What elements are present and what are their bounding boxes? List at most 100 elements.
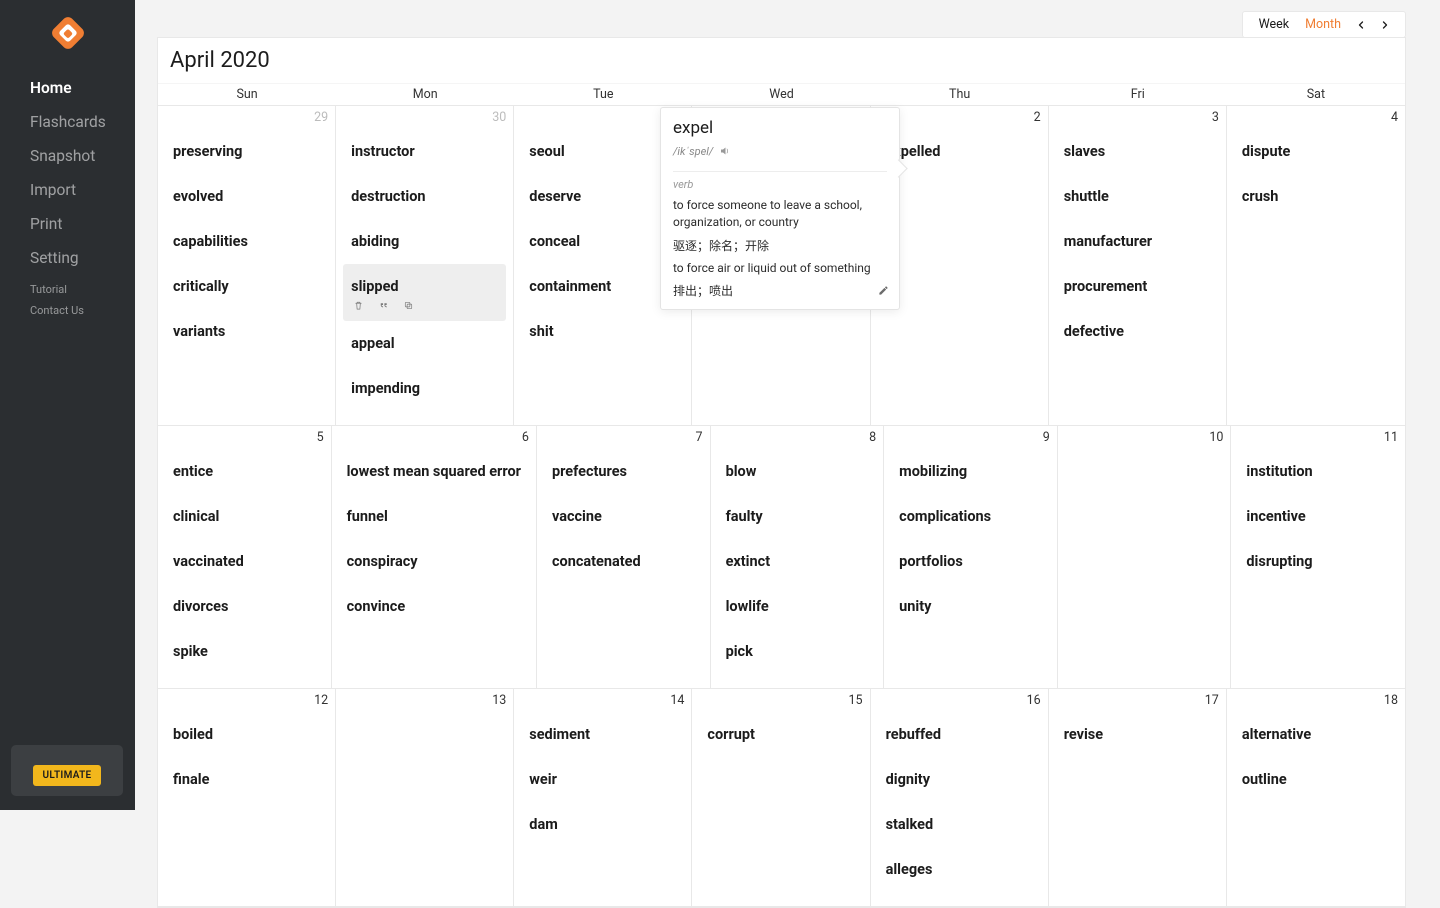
- view-week[interactable]: Week: [1251, 17, 1298, 32]
- prev-button[interactable]: [1349, 19, 1373, 31]
- entry[interactable]: dignity: [878, 757, 1041, 802]
- entry[interactable]: manufacturer: [1056, 219, 1219, 264]
- entry[interactable]: procurement: [1056, 264, 1219, 309]
- entry[interactable]: convince: [339, 584, 529, 629]
- entry[interactable]: crush: [1234, 174, 1398, 219]
- nav-item-import[interactable]: Import: [0, 173, 135, 207]
- sublink-contact-us[interactable]: Contact Us: [0, 300, 135, 321]
- day-number: 18: [1234, 693, 1398, 708]
- speaker-icon[interactable]: [719, 142, 731, 161]
- entry[interactable]: alleges: [878, 847, 1041, 892]
- entry[interactable]: weir: [521, 757, 684, 802]
- entry[interactable]: sediment: [521, 712, 684, 757]
- entry[interactable]: outline: [1234, 757, 1398, 802]
- day-number: 15: [699, 693, 862, 708]
- entry[interactable]: lowest mean squared error: [339, 449, 529, 494]
- entry[interactable]: instructor: [343, 129, 506, 174]
- entry[interactable]: destruction: [343, 174, 506, 219]
- quote-icon[interactable]: [378, 298, 389, 315]
- nav-item-snapshot[interactable]: Snapshot: [0, 139, 135, 173]
- calendar: April 2020 SunMonTueWedThuFriSat 29prese…: [157, 37, 1406, 908]
- entry[interactable]: boiled: [165, 712, 328, 757]
- day-number: 16: [878, 693, 1041, 708]
- day-number: 29: [165, 110, 328, 125]
- day-number: 11: [1238, 430, 1398, 445]
- nav-item-home[interactable]: Home: [0, 71, 135, 105]
- entry[interactable]: clinical: [165, 494, 324, 539]
- entry[interactable]: appeal: [343, 321, 506, 366]
- entry[interactable]: entice: [165, 449, 324, 494]
- entry[interactable]: dam: [521, 802, 684, 847]
- entry[interactable]: shuttle: [1056, 174, 1219, 219]
- entries: enticeclinicalvaccinateddivorcesspike: [165, 449, 324, 674]
- entries: mobilizingcomplicationsportfoliosunity: [891, 449, 1050, 629]
- entry[interactable]: complications: [891, 494, 1050, 539]
- dow-row: SunMonTueWedThuFriSat: [158, 83, 1405, 106]
- entry[interactable]: vaccine: [544, 494, 703, 539]
- entry[interactable]: portfolios: [891, 539, 1050, 584]
- entry[interactable]: finale: [165, 757, 328, 802]
- sub-links: TutorialContact Us: [0, 279, 135, 321]
- entry[interactable]: faulty: [718, 494, 877, 539]
- entry[interactable]: disrupting: [1238, 539, 1398, 584]
- entry[interactable]: capabilities: [165, 219, 328, 264]
- entries: prefecturesvaccineconcatenated: [544, 449, 703, 584]
- entries: slavesshuttlemanufacturerprocurementdefe…: [1056, 129, 1219, 354]
- day-cell: 10: [1058, 426, 1232, 689]
- entry[interactable]: slipped: [343, 264, 506, 321]
- trash-icon[interactable]: [353, 298, 364, 315]
- entry[interactable]: alternative: [1234, 712, 1398, 757]
- entry[interactable]: divorces: [165, 584, 324, 629]
- entry[interactable]: incentive: [1238, 494, 1398, 539]
- entry[interactable]: revise: [1056, 712, 1219, 757]
- entry[interactable]: pick: [718, 629, 877, 674]
- nav-item-print[interactable]: Print: [0, 207, 135, 241]
- entry[interactable]: blow: [718, 449, 877, 494]
- entry[interactable]: defective: [1056, 309, 1219, 354]
- entry[interactable]: conspiracy: [339, 539, 529, 584]
- entry[interactable]: corrupt: [699, 712, 862, 757]
- entry[interactable]: evolved: [165, 174, 328, 219]
- day-cell: 17revise: [1049, 689, 1227, 907]
- entry[interactable]: slaves: [1056, 129, 1219, 174]
- day-cell: 14sedimentweirdam: [514, 689, 692, 907]
- day-number: 6: [339, 430, 529, 445]
- entry[interactable]: institution: [1238, 449, 1398, 494]
- popover-def-1: to force someone to leave a school, orga…: [673, 197, 887, 232]
- entry[interactable]: prefectures: [544, 449, 703, 494]
- entry[interactable]: lowlife: [718, 584, 877, 629]
- entry[interactable]: preserving: [165, 129, 328, 174]
- copy-icon[interactable]: [403, 298, 414, 315]
- entry[interactable]: rebuffed: [878, 712, 1041, 757]
- entry[interactable]: concatenated: [544, 539, 703, 584]
- entry[interactable]: impending: [343, 366, 506, 411]
- upgrade-card[interactable]: ULTIMATE: [11, 745, 123, 796]
- entry[interactable]: stalked: [878, 802, 1041, 847]
- entry[interactable]: variants: [165, 309, 328, 354]
- nav-item-flashcards[interactable]: Flashcards: [0, 105, 135, 139]
- entry[interactable]: spike: [165, 629, 324, 674]
- entry[interactable]: vaccinated: [165, 539, 324, 584]
- nav-item-setting[interactable]: Setting: [0, 241, 135, 275]
- entry[interactable]: funnel: [339, 494, 529, 539]
- entry[interactable]: mobilizing: [891, 449, 1050, 494]
- entry[interactable]: shit: [521, 309, 684, 354]
- entry[interactable]: critically: [165, 264, 328, 309]
- logo[interactable]: [0, 0, 135, 71]
- entry[interactable]: extinct: [718, 539, 877, 584]
- view-month[interactable]: Month: [1297, 17, 1349, 32]
- day-number: 30: [343, 110, 506, 125]
- word-popover: expel /ikˈspel/ verb to force someone to…: [660, 107, 900, 310]
- next-button[interactable]: [1373, 19, 1397, 31]
- week-row: 5enticeclinicalvaccinateddivorcesspike6l…: [158, 426, 1405, 689]
- entry[interactable]: abiding: [343, 219, 506, 264]
- sublink-tutorial[interactable]: Tutorial: [0, 279, 135, 300]
- edit-button[interactable]: [878, 281, 889, 300]
- popover-cn-1: 驱逐；除名；开除: [673, 237, 887, 254]
- day-cell: 9mobilizingcomplicationsportfoliosunity: [884, 426, 1058, 689]
- day-cell: 30 instructordestructionabidingslippedapp…: [336, 106, 514, 426]
- popover-pos: verb: [673, 178, 887, 191]
- entries: revise: [1056, 712, 1219, 757]
- entry[interactable]: unity: [891, 584, 1050, 629]
- entry[interactable]: dispute: [1234, 129, 1398, 174]
